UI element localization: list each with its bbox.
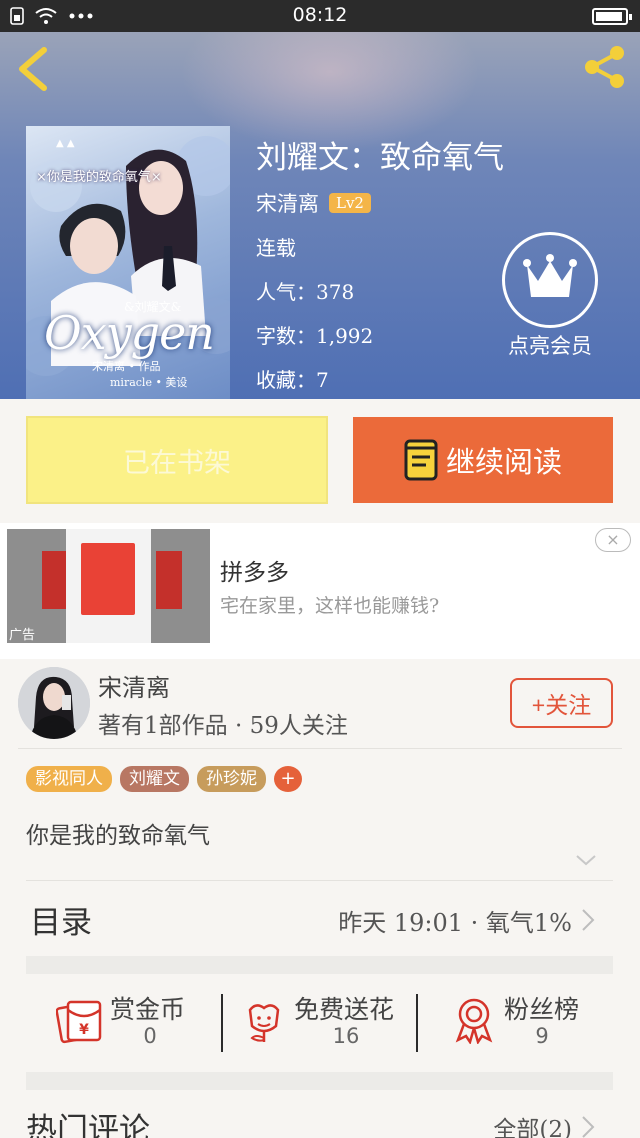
fan-ranking-label: 粉丝榜 [504, 995, 580, 1024]
clock: 08:12 [292, 4, 348, 26]
ad-image: 广告 [7, 529, 210, 643]
chevron-right-icon [582, 909, 595, 931]
divider [18, 748, 622, 749]
continue-reading-label: 继续阅读 [445, 445, 562, 479]
ad-image-card-left [42, 551, 66, 609]
stat-separator [416, 994, 418, 1052]
battery-icon [592, 8, 632, 25]
fan-ranking[interactable]: 粉丝榜 9 [450, 990, 590, 1052]
ad-tag: 广告 [9, 628, 36, 643]
tag-item[interactable]: 孙珍妮 [197, 766, 266, 792]
hot-comments-label: 热门评论 [26, 1112, 150, 1138]
author-name[interactable]: 宋清离 [256, 188, 319, 218]
status-bar: 08:12 [0, 0, 640, 32]
toc-latest-chapter: 昨天 19:01 · 氧气1% [338, 909, 572, 937]
fan-ranking-value: 9 [535, 1024, 549, 1048]
free-flowers-label: 免费送花 [294, 995, 395, 1024]
reward-coins-label: 赏金币 [110, 995, 186, 1024]
crown-icon [502, 232, 598, 328]
cover-title: ×你是我的致命氧气× [36, 170, 162, 185]
ad-title: 拼多多 [220, 560, 289, 586]
svg-text:¥: ¥ [79, 1022, 89, 1038]
vip-button[interactable]: 点亮会员 [500, 232, 600, 360]
back-arrow-icon[interactable] [14, 46, 54, 92]
tag-list: 影视同人 刘耀文 孙珍妮 + [26, 766, 302, 792]
book-favorites: 收藏：7 [256, 368, 329, 392]
table-of-contents-row[interactable]: 目录 昨天 19:01 · 氧气1% [0, 881, 640, 955]
battery-level [596, 12, 622, 21]
level-badge: Lv2 [329, 193, 371, 213]
ad-image-card-right [156, 551, 182, 609]
book-popularity: 人气：378 [256, 280, 355, 304]
reward-coins[interactable]: ¥ 赏金币 0 [56, 990, 196, 1052]
book-icon [404, 439, 438, 481]
chevron-right-icon [582, 1116, 595, 1138]
book-status: 连载 [256, 236, 296, 260]
follow-button[interactable]: +关注 [510, 678, 613, 728]
hot-comments-header: 热门评论 全部(2) [0, 1100, 640, 1138]
continue-reading-button[interactable]: 继续阅读 [353, 417, 613, 503]
reward-coins-value: 0 [143, 1024, 157, 1048]
book-cover[interactable]: ▲ ▲ ×你是我的致命氧气× &刘耀文& Oxygen 宋清离 • 作品 mir… [26, 126, 230, 399]
all-comments-link[interactable]: 全部(2) [493, 1110, 572, 1138]
stat-separator [221, 994, 223, 1052]
ad-description: 宅在家里，这样也能赚钱? [220, 595, 440, 617]
in-bookshelf-button[interactable]: 已在书架 [26, 416, 328, 504]
free-flowers[interactable]: 免费送花 16 [240, 990, 410, 1052]
author-avatar[interactable] [18, 667, 90, 739]
vip-label: 点亮会员 [508, 334, 592, 358]
ad-close-button[interactable]: × [595, 528, 631, 552]
book-intro: 你是我的致命氧气 [26, 823, 210, 849]
section-band [26, 956, 613, 974]
section-band [26, 1072, 613, 1090]
ad-image-card [81, 543, 135, 615]
author-row: 宋清离 Lv2 [256, 188, 371, 218]
author-card-stats: 著有1部作品 · 59人关注 [98, 713, 348, 739]
add-tag-button[interactable]: + [274, 766, 302, 792]
free-flowers-value: 16 [332, 1024, 360, 1048]
tag-item[interactable]: 影视同人 [26, 766, 112, 792]
book-title: 刘耀文：致命氧气 [256, 140, 504, 176]
toc-label: 目录 [30, 905, 92, 941]
ad-banner[interactable]: 广告 拼多多 宅在家里，这样也能赚钱? × [0, 523, 640, 659]
cover-logo: ▲ ▲ [56, 138, 75, 149]
cover-big-text: Oxygen [44, 306, 215, 360]
cover-credit-author: 宋清离 • 作品 [92, 360, 161, 373]
share-icon[interactable] [582, 44, 628, 90]
book-word-count: 字数：1,992 [256, 324, 374, 348]
tag-item[interactable]: 刘耀文 [120, 766, 189, 792]
author-card-name[interactable]: 宋清离 [98, 668, 170, 703]
chevron-down-icon[interactable] [574, 850, 598, 870]
cover-credit-design: miracle • 美设 [110, 376, 188, 389]
book-header: ▲ ▲ ×你是我的致命氧气× &刘耀文& Oxygen 宋清离 • 作品 mir… [0, 32, 640, 399]
